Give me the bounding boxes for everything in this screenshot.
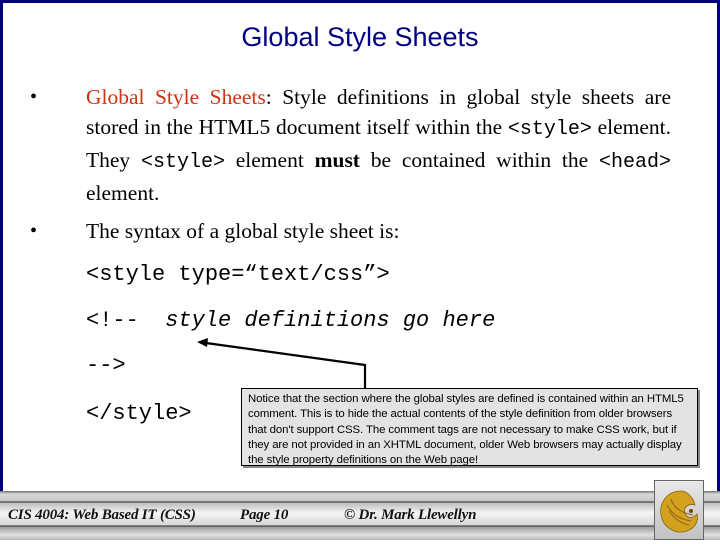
footer-page-number: Page 10 xyxy=(240,507,289,523)
arrow-line xyxy=(205,341,367,388)
arrowhead-icon xyxy=(197,338,208,347)
callout-note: Notice that the section where the global… xyxy=(241,388,698,466)
pegasus-logo-icon xyxy=(660,490,698,533)
footer-author: © Dr. Mark Llewellyn xyxy=(344,507,477,523)
footer-course: CIS 4004: Web Based IT (CSS) xyxy=(8,507,196,523)
logo-box xyxy=(654,480,704,540)
